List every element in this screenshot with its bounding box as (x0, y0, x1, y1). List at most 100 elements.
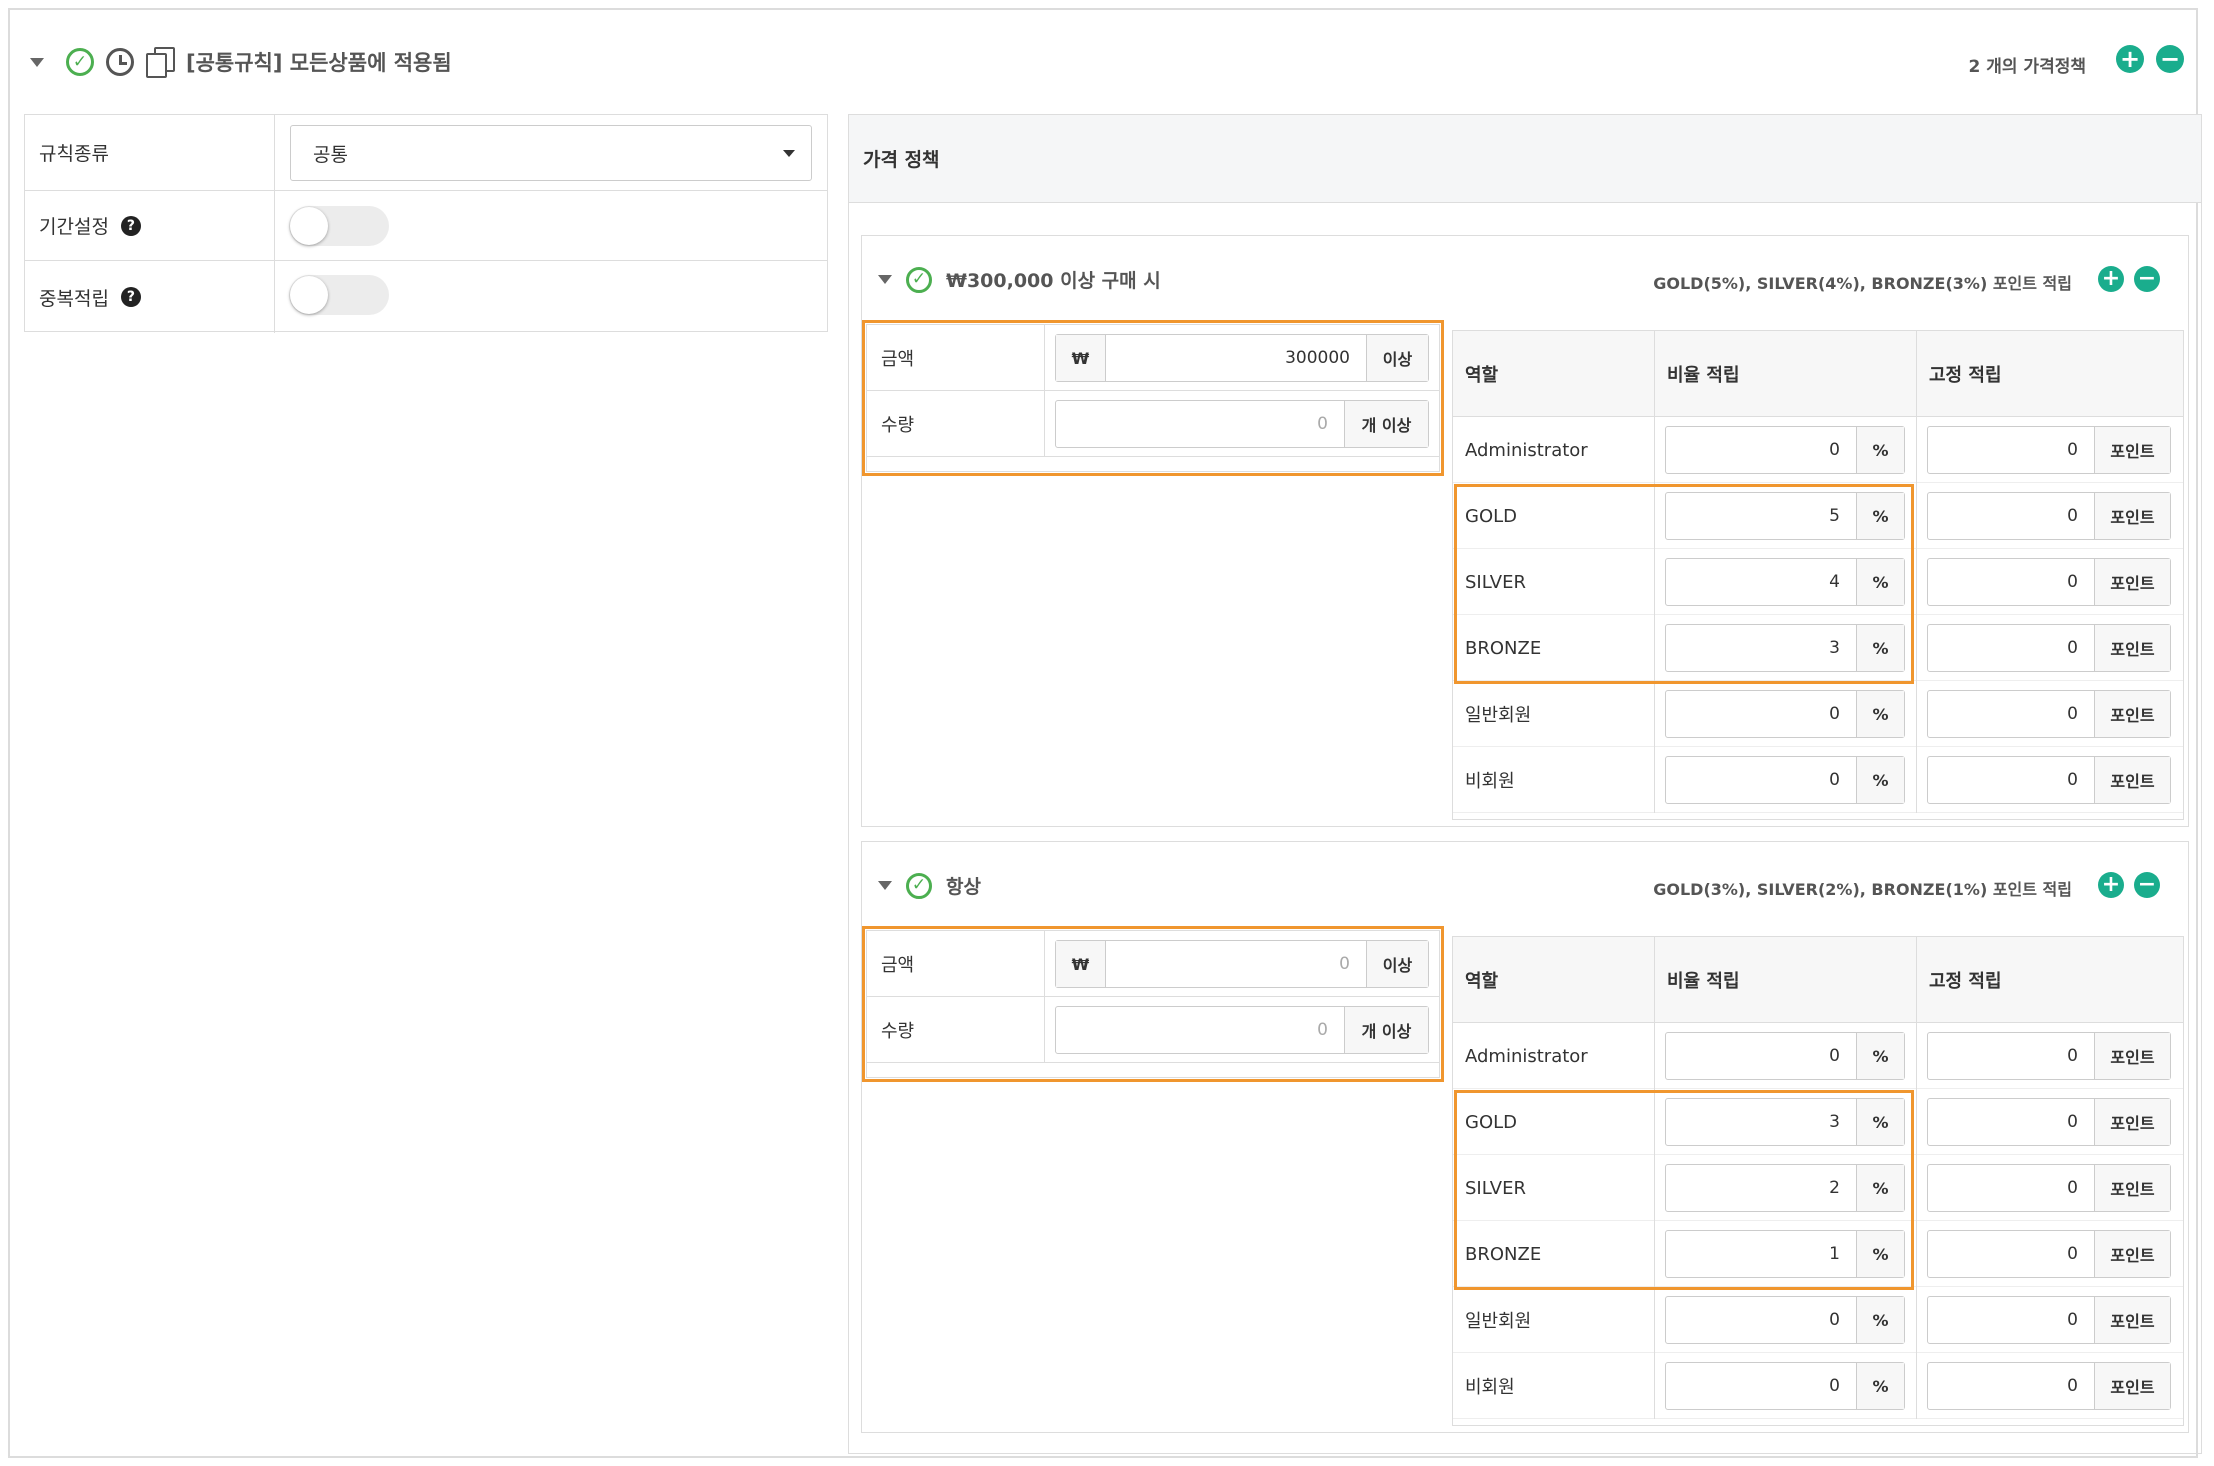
quantity-input[interactable]: 0 개 이상 (1055, 400, 1429, 448)
duplicate-toggle[interactable] (289, 275, 389, 315)
add-rule-icon[interactable]: + (2098, 266, 2124, 292)
role-name: SILVER (1453, 1155, 1655, 1221)
help-icon[interactable]: ? (120, 287, 141, 307)
fixed-value[interactable]: 0 (1928, 1099, 2094, 1145)
quantity-value[interactable]: 0 (1056, 401, 1344, 447)
fixed-point-input[interactable]: 0 포인트 (1927, 1164, 2171, 1212)
fixed-value[interactable]: 0 (1928, 1363, 2094, 1409)
fixed-point-input[interactable]: 0 포인트 (1927, 624, 2171, 672)
point-unit: 포인트 (2094, 1231, 2170, 1277)
point-unit: 포인트 (2094, 427, 2170, 473)
rate-value[interactable]: 1 (1666, 1231, 1856, 1277)
rate-input[interactable]: 3% (1665, 624, 1905, 672)
rate-input[interactable]: 0% (1665, 690, 1905, 738)
fixed-value[interactable]: 0 (1928, 757, 2094, 803)
rule-type-select[interactable]: 공통 (290, 125, 812, 181)
quantity-value[interactable]: 0 (1056, 1007, 1344, 1053)
period-label: 기간설정 (39, 216, 109, 238)
fixed-value[interactable]: 0 (1928, 1165, 2094, 1211)
amount-suffix: 이상 (1366, 335, 1428, 381)
rate-input[interactable]: 1% (1665, 1230, 1905, 1278)
collapse-caret-icon[interactable] (30, 57, 44, 67)
copy-icon[interactable] (144, 45, 178, 79)
rate-input[interactable]: 4% (1665, 558, 1905, 606)
fixed-value[interactable]: 0 (1928, 1297, 2094, 1343)
condition-table: 금액 ₩ 0 이상 수량 0 개 이상 (866, 930, 1440, 1078)
price-policy-title: 가격 정책 (849, 115, 2201, 203)
rate-value[interactable]: 5 (1666, 493, 1856, 539)
fixed-value[interactable]: 0 (1928, 625, 2094, 671)
remove-policy-icon[interactable]: − (2156, 45, 2184, 73)
rate-value[interactable]: 0 (1666, 1297, 1856, 1343)
rate-input[interactable]: 0% (1665, 426, 1905, 474)
rate-value[interactable]: 0 (1666, 1363, 1856, 1409)
fixed-point-input[interactable]: 0 포인트 (1927, 492, 2171, 540)
quantity-input[interactable]: 0 개 이상 (1055, 1006, 1429, 1054)
role-row: BRONZE 3% 0 포인트 (1453, 615, 2183, 681)
rate-value[interactable]: 0 (1666, 427, 1856, 473)
rate-value[interactable]: 2 (1666, 1165, 1856, 1211)
collapse-caret-icon[interactable] (878, 275, 892, 284)
point-unit: 포인트 (2094, 559, 2170, 605)
amount-value[interactable]: 300000 (1106, 335, 1366, 381)
rate-value[interactable]: 4 (1666, 559, 1856, 605)
fixed-value[interactable]: 0 (1928, 1033, 2094, 1079)
clock-icon[interactable] (106, 48, 134, 76)
period-toggle[interactable] (289, 206, 389, 246)
fixed-column-header: 고정 적립 (1929, 365, 2002, 386)
rate-input[interactable]: 0% (1665, 1296, 1905, 1344)
fixed-point-input[interactable]: 0 포인트 (1927, 756, 2171, 804)
rate-input[interactable]: 3% (1665, 1098, 1905, 1146)
role-table: 역할 비율 적립 고정 적립 Administrator 0% 0 포인트 GOLD 3%… (1452, 936, 2184, 1426)
rate-input[interactable]: 5% (1665, 492, 1905, 540)
rate-value[interactable]: 3 (1666, 1099, 1856, 1145)
setting-row-rule-type: 규칙종류 공통 (25, 115, 827, 191)
rate-input[interactable]: 2% (1665, 1164, 1905, 1212)
policy-card-title: ₩300,000 이상 구매 시 (946, 270, 1161, 292)
remove-rule-icon[interactable]: − (2134, 872, 2160, 898)
role-name: Administrator (1453, 1023, 1655, 1089)
add-rule-icon[interactable]: + (2098, 872, 2124, 898)
fixed-value[interactable]: 0 (1928, 1231, 2094, 1277)
rate-input[interactable]: 0% (1665, 756, 1905, 804)
add-policy-icon[interactable]: + (2116, 45, 2144, 73)
check-circle-icon[interactable]: ✓ (906, 266, 932, 293)
fixed-value[interactable]: 0 (1928, 559, 2094, 605)
rate-value[interactable]: 0 (1666, 1033, 1856, 1079)
check-circle-icon[interactable]: ✓ (906, 872, 932, 899)
percent-unit: % (1856, 1231, 1904, 1277)
condition-row-amount: 금액 ₩ 0 이상 (867, 931, 1439, 997)
rate-input[interactable]: 0% (1665, 1032, 1905, 1080)
fixed-point-input[interactable]: 0 포인트 (1927, 1362, 2171, 1410)
rate-value[interactable]: 0 (1666, 757, 1856, 803)
fixed-point-input[interactable]: 0 포인트 (1927, 1032, 2171, 1080)
check-circle-icon[interactable]: ✓ (66, 48, 94, 76)
percent-unit: % (1856, 559, 1904, 605)
amount-input[interactable]: ₩ 0 이상 (1055, 940, 1429, 988)
fixed-value[interactable]: 0 (1928, 493, 2094, 539)
point-unit: 포인트 (2094, 691, 2170, 737)
rate-input[interactable]: 0% (1665, 1362, 1905, 1410)
remove-rule-icon[interactable]: − (2134, 266, 2160, 292)
help-icon[interactable]: ? (120, 215, 141, 236)
amount-input[interactable]: ₩ 300000 이상 (1055, 334, 1429, 382)
fixed-point-input[interactable]: 0 포인트 (1927, 1098, 2171, 1146)
rate-value[interactable]: 0 (1666, 691, 1856, 737)
rate-value[interactable]: 3 (1666, 625, 1856, 671)
role-row: SILVER 4% 0 포인트 (1453, 549, 2183, 615)
role-row: GOLD 3% 0 포인트 (1453, 1089, 2183, 1155)
fixed-value[interactable]: 0 (1928, 691, 2094, 737)
fixed-point-input[interactable]: 0 포인트 (1927, 426, 2171, 474)
fixed-point-input[interactable]: 0 포인트 (1927, 558, 2171, 606)
role-row: 비회원 0% 0 포인트 (1453, 747, 2183, 813)
rule-settings: 규칙종류 공통 기간설정 ? 중복적립 ? (24, 114, 828, 333)
fixed-point-input[interactable]: 0 포인트 (1927, 1296, 2171, 1344)
policy-summary: GOLD(3%), SILVER(2%), BRONZE(1%) 포인트 적립 (1653, 880, 2072, 899)
role-row: BRONZE 1% 0 포인트 (1453, 1221, 2183, 1287)
amount-value[interactable]: 0 (1106, 941, 1366, 987)
role-row: 일반회원 0% 0 포인트 (1453, 1287, 2183, 1353)
fixed-point-input[interactable]: 0 포인트 (1927, 690, 2171, 738)
fixed-point-input[interactable]: 0 포인트 (1927, 1230, 2171, 1278)
fixed-value[interactable]: 0 (1928, 427, 2094, 473)
collapse-caret-icon[interactable] (878, 881, 892, 890)
